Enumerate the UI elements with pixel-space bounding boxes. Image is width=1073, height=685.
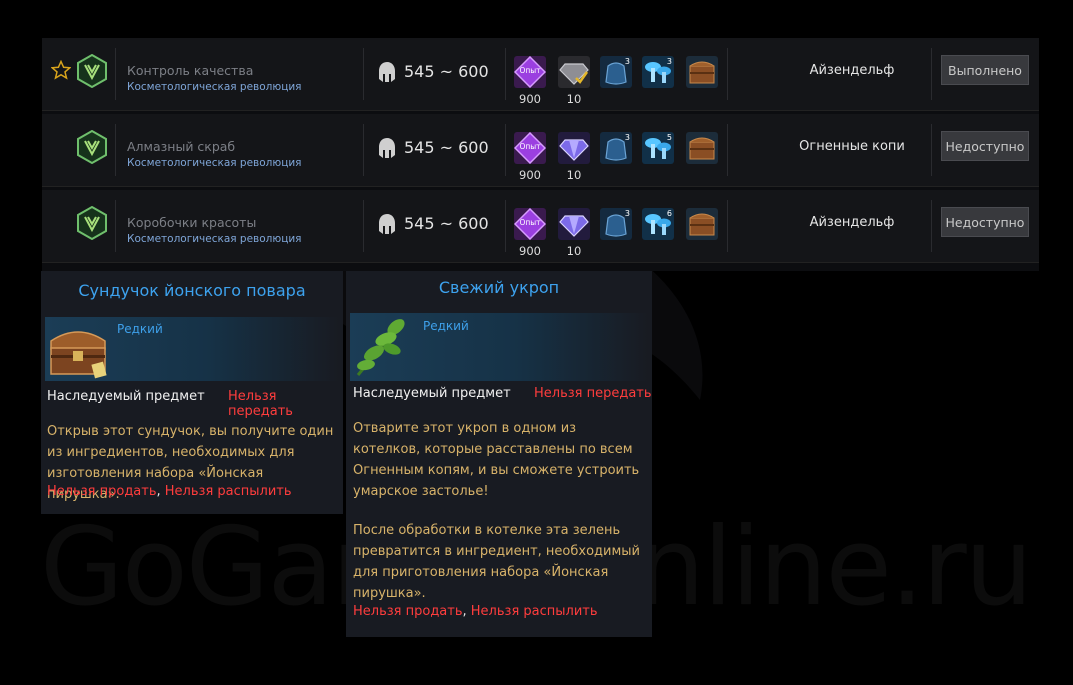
rarity-label: Редкий [423, 319, 469, 333]
bag-count: 3 [624, 133, 630, 142]
gem-amount: 10 [566, 244, 582, 258]
chest-reward-icon[interactable] [686, 208, 718, 240]
no-trade-label: Нельзя передать [228, 389, 293, 419]
helmet-icon [379, 214, 395, 234]
column-divider [115, 48, 116, 100]
bag-count: 3 [624, 209, 630, 218]
no-dismantle-label: Нельзя распылить [164, 484, 292, 499]
quest-category: Косметологическая революция [127, 233, 302, 245]
mushroom-count: 6 [666, 209, 672, 218]
column-divider [931, 200, 932, 252]
exp-label: Опыт [519, 142, 541, 151]
purple-gem-reward-icon[interactable] [558, 132, 590, 164]
exp-amount: 900 [519, 244, 541, 258]
column-divider [727, 48, 728, 100]
quest-location: Айзендельф [809, 215, 895, 230]
exp-reward-icon[interactable]: Опыт [513, 131, 547, 165]
mushroom-reward-icon[interactable]: 3 [642, 56, 674, 88]
rarity-label: Редкий [117, 322, 163, 336]
bag-reward-icon[interactable]: 3 [600, 132, 632, 164]
helmet-icon [379, 62, 395, 82]
exp-label: Опыт [519, 66, 541, 75]
item-tooltip-chest: Сундучок йонского повара Редкий Наследуе… [41, 271, 343, 514]
chest-reward-icon[interactable] [686, 56, 718, 88]
column-divider [727, 124, 728, 176]
quest-category: Косметологическая революция [127, 81, 302, 93]
mushroom-reward-icon[interactable]: 6 [642, 208, 674, 240]
chest-icon [50, 331, 107, 379]
restrictions-line: Нельзя продать, Нельзя распылить [47, 484, 292, 499]
mushroom-count: 3 [666, 57, 672, 66]
gem-amount: 10 [566, 168, 582, 182]
quest-status-button[interactable]: Недоступно [941, 131, 1029, 161]
chest-reward-icon[interactable] [686, 132, 718, 164]
no-trade-label: Нельзя передать [534, 386, 652, 401]
quest-emblem-icon [77, 206, 107, 240]
purple-gem-reward-icon[interactable] [558, 208, 590, 240]
column-divider [363, 124, 364, 176]
mushroom-reward-icon[interactable]: 5 [642, 132, 674, 164]
tooltip-title: Сундучок йонского повара [78, 281, 306, 300]
quest-category: Косметологическая революция [127, 157, 302, 169]
quest-row[interactable]: Алмазный скраб Косметологическая революц… [42, 114, 1039, 187]
bag-reward-icon[interactable]: 3 [600, 208, 632, 240]
item-description-extra: После обработки в котелке эта зелень пре… [353, 523, 640, 601]
helmet-icon [379, 138, 395, 158]
level-range: 545 ~ 600 [404, 62, 489, 81]
item-type: Наследуемый предмет [47, 389, 205, 404]
exp-reward-icon[interactable]: Опыт [513, 207, 547, 241]
exp-amount: 900 [519, 92, 541, 106]
column-divider [931, 124, 932, 176]
quest-row[interactable]: Коробочки красоты Косметологическая рево… [42, 190, 1039, 263]
restriction-separator: , [156, 484, 165, 499]
item-description: Отварите этот укроп в одном из котелков,… [353, 421, 640, 499]
column-divider [363, 200, 364, 252]
no-sell-label: Нельзя продать [353, 604, 463, 619]
column-divider [115, 124, 116, 176]
quest-location: Айзендельф [809, 63, 895, 78]
mushroom-count: 5 [666, 133, 672, 142]
quest-emblem-icon [77, 54, 107, 88]
gray-gem-reward-icon[interactable] [558, 56, 590, 88]
quest-table: Контроль качества Косметологическая рево… [42, 38, 1039, 271]
exp-label: Опыт [519, 218, 541, 227]
column-divider [931, 48, 932, 100]
column-divider [505, 200, 506, 252]
restriction-separator: , [462, 604, 471, 619]
column-divider [115, 200, 116, 252]
bag-reward-icon[interactable]: 3 [600, 56, 632, 88]
quest-name: Коробочки красоты [127, 215, 257, 230]
dill-icon [356, 319, 405, 376]
column-divider [505, 124, 506, 176]
item-type: Наследуемый предмет [353, 386, 511, 401]
quest-status-button[interactable]: Недоступно [941, 207, 1029, 237]
no-sell-label: Нельзя продать [47, 484, 157, 499]
no-dismantle-label: Нельзя распылить [470, 604, 598, 619]
quest-location: Огненные копи [799, 139, 905, 154]
column-divider [505, 48, 506, 100]
quest-emblem-icon [77, 130, 107, 164]
tooltip-title: Свежий укроп [438, 278, 560, 297]
gem-amount: 10 [566, 92, 582, 106]
column-divider [727, 200, 728, 252]
quest-status-button[interactable]: Выполнено [941, 55, 1029, 85]
item-tooltip-dill: Свежий укроп Редкий Наследуемый предмет … [346, 271, 652, 637]
quest-row[interactable]: Контроль качества Косметологическая рево… [42, 38, 1039, 111]
quest-name: Алмазный скраб [127, 139, 236, 154]
bag-count: 3 [624, 57, 630, 66]
column-divider [363, 48, 364, 100]
favorite-star-icon[interactable] [51, 60, 71, 80]
exp-reward-icon[interactable]: Опыт [513, 55, 547, 89]
quest-name: Контроль качества [127, 63, 254, 78]
level-range: 545 ~ 600 [404, 138, 489, 157]
restrictions-line: Нельзя продать, Нельзя распылить [353, 604, 598, 619]
level-range: 545 ~ 600 [404, 214, 489, 233]
exp-amount: 900 [519, 168, 541, 182]
